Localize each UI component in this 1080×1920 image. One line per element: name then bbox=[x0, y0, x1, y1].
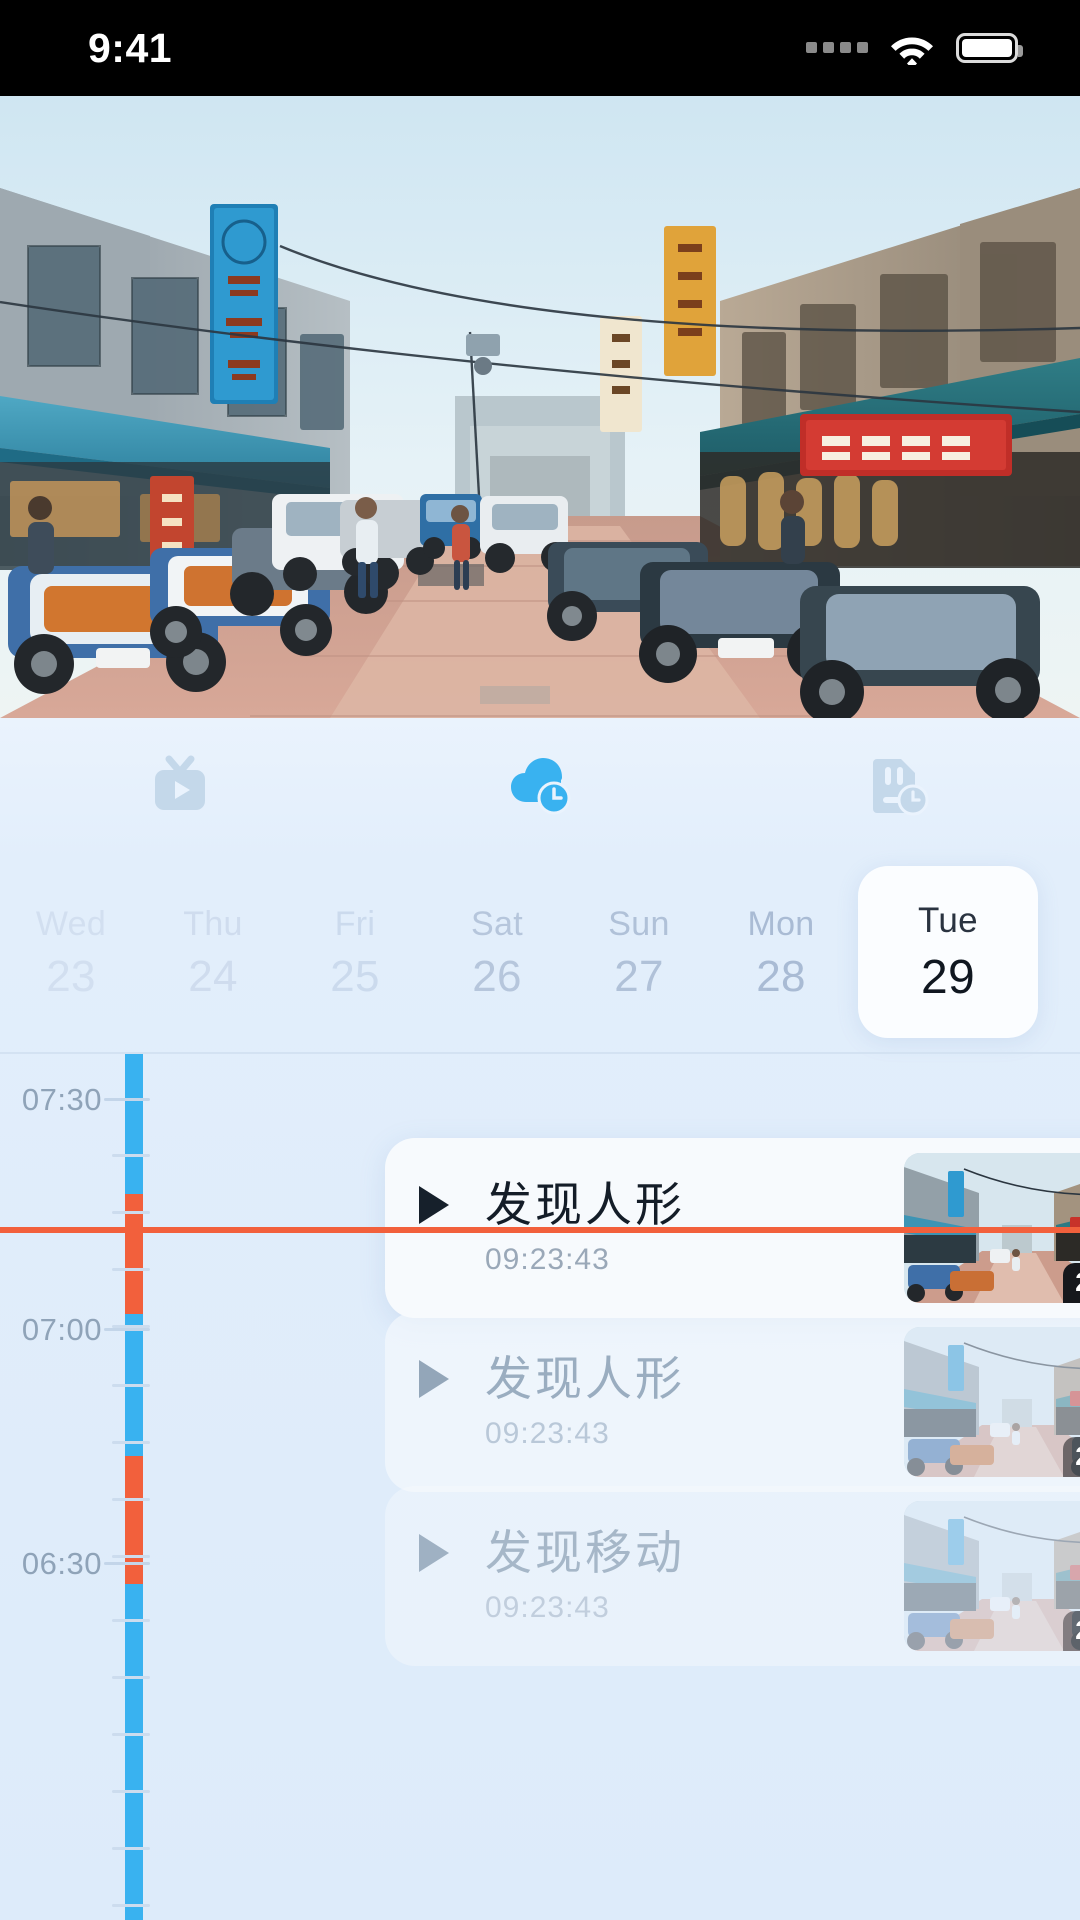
event-card-list: 发现人形 09:23:43 发现人形 09:23:43 发现移动 09:23:4… bbox=[0, 1054, 1080, 1920]
date-item-26[interactable]: Sat 26 bbox=[426, 854, 568, 1052]
tab-sdcard-playback[interactable] bbox=[720, 718, 1080, 854]
date-num: 23 bbox=[46, 952, 96, 1001]
status-indicators bbox=[806, 32, 1023, 65]
tab-cloud-playback[interactable] bbox=[360, 718, 720, 854]
date-item-29-selected[interactable]: Tue 29 bbox=[858, 854, 1038, 1052]
timeline-area[interactable]: 07:30 07:00 06:30 发现人形 09:23:43 发现人形 09:… bbox=[0, 1054, 1080, 1920]
date-num: 25 bbox=[330, 952, 380, 1001]
event-card[interactable]: 发现人形 09:23:43 bbox=[385, 1312, 1080, 1492]
date-dow: Mon bbox=[747, 905, 815, 943]
thumbnail-veil bbox=[904, 1327, 1080, 1477]
date-num: 24 bbox=[188, 952, 238, 1001]
play-triangle-icon[interactable] bbox=[419, 1186, 449, 1224]
date-item-28[interactable]: Mon 28 bbox=[710, 854, 852, 1052]
date-num: 28 bbox=[756, 952, 806, 1001]
event-card-text: 发现人形 09:23:43 bbox=[385, 1356, 904, 1449]
date-num: 27 bbox=[614, 952, 664, 1001]
playhead-indicator[interactable] bbox=[0, 1227, 1080, 1233]
date-item-23[interactable]: Wed 23 bbox=[0, 854, 142, 1052]
date-dow: Thu bbox=[183, 905, 243, 943]
date-dow: Wed bbox=[35, 905, 107, 943]
date-item-25[interactable]: Fri 25 bbox=[284, 854, 426, 1052]
tv-play-icon bbox=[155, 755, 205, 810]
date-dow: Sun bbox=[608, 905, 670, 943]
event-title-row: 发现移动 bbox=[419, 1530, 904, 1577]
event-time: 09:23:43 bbox=[485, 1416, 610, 1450]
event-title: 发现移动 bbox=[485, 1525, 685, 1581]
date-strip[interactable]: Wed 23 Thu 24 Fri 25 Sat 26 Sun 27 Mon 2… bbox=[0, 854, 1080, 1052]
signal-dots-icon bbox=[806, 41, 868, 55]
event-title-row: 发现人形 bbox=[419, 1356, 904, 1403]
status-time: 9:41 bbox=[88, 24, 173, 71]
thumbnail-veil bbox=[904, 1501, 1080, 1651]
date-dow: Fri bbox=[334, 905, 376, 943]
battery-full-icon bbox=[956, 33, 1023, 63]
duration-badge: 23" bbox=[1063, 1263, 1080, 1303]
event-card-text: 发现移动 09:23:43 bbox=[385, 1530, 904, 1623]
date-list: Wed 23 Thu 24 Fri 25 Sat 26 Sun 27 Mon 2… bbox=[0, 854, 1080, 1052]
live-video-preview[interactable] bbox=[0, 96, 1080, 718]
status-bar: 9:41 bbox=[0, 0, 1080, 96]
date-dow: Sat bbox=[471, 905, 523, 943]
duration-badge: 23" bbox=[1063, 1437, 1080, 1477]
sdcard-clock-icon bbox=[873, 759, 929, 816]
event-title-row: 发现人形 bbox=[419, 1182, 904, 1229]
tab-live-view[interactable] bbox=[0, 718, 360, 854]
event-time: 09:23:43 bbox=[485, 1242, 610, 1276]
selected-date-card: Tue 29 bbox=[858, 866, 1038, 1038]
playback-panel: Wed 23 Thu 24 Fri 25 Sat 26 Sun 27 Mon 2… bbox=[0, 718, 1080, 1920]
wifi-icon bbox=[891, 37, 933, 65]
tab-bar bbox=[0, 718, 1080, 854]
play-triangle-icon[interactable] bbox=[419, 1534, 449, 1572]
date-dow: Tue bbox=[918, 900, 978, 940]
play-triangle-icon[interactable] bbox=[419, 1360, 449, 1398]
event-time: 09:23:43 bbox=[485, 1590, 610, 1624]
date-item-24[interactable]: Thu 24 bbox=[142, 854, 284, 1052]
cloud-clock-icon bbox=[511, 758, 571, 815]
event-thumbnail[interactable]: 23" bbox=[904, 1501, 1080, 1651]
date-num: 26 bbox=[472, 952, 522, 1001]
duration-badge: 23" bbox=[1063, 1611, 1080, 1651]
event-title: 发现人形 bbox=[485, 1351, 685, 1407]
event-thumbnail[interactable]: 23" bbox=[904, 1327, 1080, 1477]
date-num: 29 bbox=[921, 950, 975, 1004]
event-title: 发现人形 bbox=[485, 1177, 685, 1233]
date-item-27[interactable]: Sun 27 bbox=[568, 854, 710, 1052]
event-card[interactable]: 发现移动 09:23:43 bbox=[385, 1486, 1080, 1666]
